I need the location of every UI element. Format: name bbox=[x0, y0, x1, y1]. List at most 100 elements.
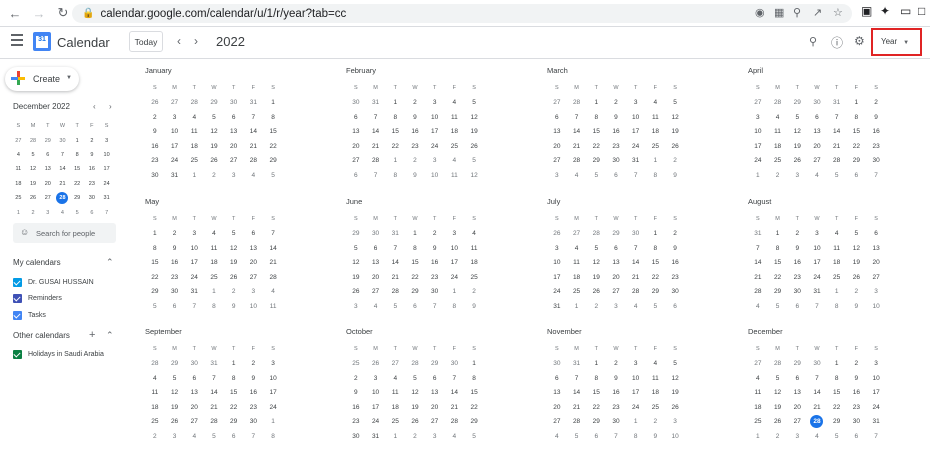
day-cell[interactable]: 25 bbox=[346, 357, 366, 372]
day-cell[interactable]: 6 bbox=[847, 429, 867, 444]
mini-day[interactable]: 3 bbox=[40, 205, 55, 219]
day-cell[interactable]: 30 bbox=[807, 357, 827, 372]
view-switcher-dropdown[interactable]: Year ▼ bbox=[881, 37, 909, 46]
mini-day[interactable]: 12 bbox=[26, 162, 41, 176]
day-cell[interactable]: 11 bbox=[184, 125, 204, 140]
day-cell[interactable]: 2 bbox=[405, 96, 425, 111]
day-cell[interactable]: 19 bbox=[204, 139, 224, 154]
day-cell[interactable]: 5 bbox=[827, 168, 847, 183]
mini-day[interactable]: 10 bbox=[99, 148, 114, 162]
day-cell[interactable]: 17 bbox=[547, 270, 567, 285]
day-cell[interactable]: 14 bbox=[263, 241, 283, 256]
day-cell[interactable]: 3 bbox=[547, 168, 567, 183]
day-cell[interactable]: 1 bbox=[385, 429, 405, 444]
day-cell[interactable]: 11 bbox=[145, 386, 165, 401]
day-cell[interactable]: 2 bbox=[866, 96, 886, 111]
day-cell[interactable]: 16 bbox=[787, 256, 807, 271]
day-cell[interactable]: 6 bbox=[787, 371, 807, 386]
day-cell[interactable]: 28 bbox=[385, 285, 405, 300]
cast-icon[interactable]: ▭ bbox=[900, 4, 911, 18]
day-cell[interactable]: 26 bbox=[768, 415, 788, 430]
puzzle-icon[interactable]: ✦ bbox=[880, 4, 890, 18]
mini-day[interactable]: 28 bbox=[26, 133, 41, 147]
day-cell[interactable]: 23 bbox=[847, 400, 867, 415]
day-cell[interactable]: 22 bbox=[405, 270, 425, 285]
month-name[interactable]: March bbox=[547, 66, 685, 81]
day-cell[interactable]: 29 bbox=[346, 227, 366, 242]
day-cell[interactable]: 31 bbox=[366, 96, 386, 111]
day-cell[interactable]: 19 bbox=[768, 400, 788, 415]
day-cell[interactable]: 28 bbox=[567, 96, 587, 111]
mini-day[interactable]: 11 bbox=[11, 162, 26, 176]
day-cell[interactable]: 1 bbox=[184, 168, 204, 183]
day-cell[interactable]: 27 bbox=[184, 415, 204, 430]
chevron-up-icon[interactable]: ⌃ bbox=[106, 330, 114, 341]
day-cell[interactable]: 29 bbox=[204, 96, 224, 111]
day-cell[interactable]: 3 bbox=[665, 415, 685, 430]
day-cell[interactable]: 11 bbox=[464, 241, 484, 256]
day-cell[interactable]: 30 bbox=[165, 285, 185, 300]
reload-icon[interactable]: ↻ bbox=[54, 4, 72, 22]
day-cell[interactable]: 8 bbox=[145, 241, 165, 256]
day-cell[interactable]: 25 bbox=[145, 415, 165, 430]
window-icon[interactable]: □ bbox=[918, 4, 925, 18]
month-name[interactable]: February bbox=[346, 66, 484, 81]
month-name[interactable]: April bbox=[748, 66, 886, 81]
day-cell[interactable]: 8 bbox=[263, 429, 283, 444]
day-cell[interactable]: 4 bbox=[807, 168, 827, 183]
day-cell[interactable]: 5 bbox=[787, 110, 807, 125]
day-cell[interactable]: 1 bbox=[626, 415, 646, 430]
day-cell[interactable]: 10 bbox=[445, 241, 465, 256]
day-cell[interactable]: 8 bbox=[405, 241, 425, 256]
day-cell[interactable]: 6 bbox=[606, 168, 626, 183]
mini-day[interactable]: 22 bbox=[70, 177, 85, 191]
day-cell[interactable]: 23 bbox=[606, 400, 626, 415]
day-cell[interactable]: 19 bbox=[665, 125, 685, 140]
day-cell[interactable]: 5 bbox=[224, 227, 244, 242]
day-cell[interactable]: 20 bbox=[606, 270, 626, 285]
month-name[interactable]: October bbox=[346, 327, 484, 342]
address-bar[interactable]: 🔒 calendar.google.com/calendar/u/1/r/yea… bbox=[72, 4, 852, 23]
day-cell[interactable]: 1 bbox=[847, 96, 867, 111]
day-cell[interactable]: 14 bbox=[807, 386, 827, 401]
day-cell[interactable]: 20 bbox=[866, 256, 886, 271]
day-cell[interactable]: 18 bbox=[445, 125, 465, 140]
day-cell[interactable]: 13 bbox=[787, 386, 807, 401]
day-cell[interactable]: 1 bbox=[748, 168, 768, 183]
day-cell[interactable]: 23 bbox=[787, 270, 807, 285]
day-cell[interactable]: 6 bbox=[847, 168, 867, 183]
day-cell[interactable]: 4 bbox=[567, 241, 587, 256]
day-cell[interactable]: 18 bbox=[646, 125, 666, 140]
day-cell[interactable]: 6 bbox=[606, 241, 626, 256]
day-cell[interactable]: 11 bbox=[445, 110, 465, 125]
day-cell[interactable]: 9 bbox=[787, 241, 807, 256]
day-cell[interactable]: 26 bbox=[787, 154, 807, 169]
day-cell[interactable]: 28 bbox=[204, 415, 224, 430]
day-cell[interactable]: 6 bbox=[787, 299, 807, 314]
day-cell[interactable]: 21 bbox=[385, 270, 405, 285]
day-cell[interactable]: 12 bbox=[847, 241, 867, 256]
day-cell[interactable]: 11 bbox=[567, 256, 587, 271]
day-cell[interactable]: 27 bbox=[547, 154, 567, 169]
calendar-list-item[interactable]: Dr. GUSAI HUSSAIN bbox=[13, 276, 94, 288]
day-cell[interactable]: 27 bbox=[866, 270, 886, 285]
day-cell[interactable]: 3 bbox=[866, 285, 886, 300]
day-cell[interactable]: 7 bbox=[425, 299, 445, 314]
day-cell[interactable]: 3 bbox=[165, 429, 185, 444]
day-cell[interactable]: 5 bbox=[204, 429, 224, 444]
day-cell[interactable]: 29 bbox=[165, 357, 185, 372]
mini-day[interactable]: 5 bbox=[70, 205, 85, 219]
day-cell[interactable]: 23 bbox=[346, 415, 366, 430]
day-cell[interactable]: 31 bbox=[827, 96, 847, 111]
day-cell[interactable]: 2 bbox=[346, 371, 366, 386]
day-cell[interactable]: 27 bbox=[807, 154, 827, 169]
day-cell[interactable]: 5 bbox=[665, 357, 685, 372]
day-cell[interactable]: 7 bbox=[244, 110, 264, 125]
day-cell[interactable]: 2 bbox=[847, 357, 867, 372]
day-cell[interactable]: 31 bbox=[165, 168, 185, 183]
mini-day[interactable]: 1 bbox=[70, 133, 85, 147]
day-cell[interactable]: 16 bbox=[665, 256, 685, 271]
day-cell[interactable]: 25 bbox=[184, 154, 204, 169]
day-cell[interactable]: 9 bbox=[606, 371, 626, 386]
day-cell[interactable]: 7 bbox=[866, 429, 886, 444]
